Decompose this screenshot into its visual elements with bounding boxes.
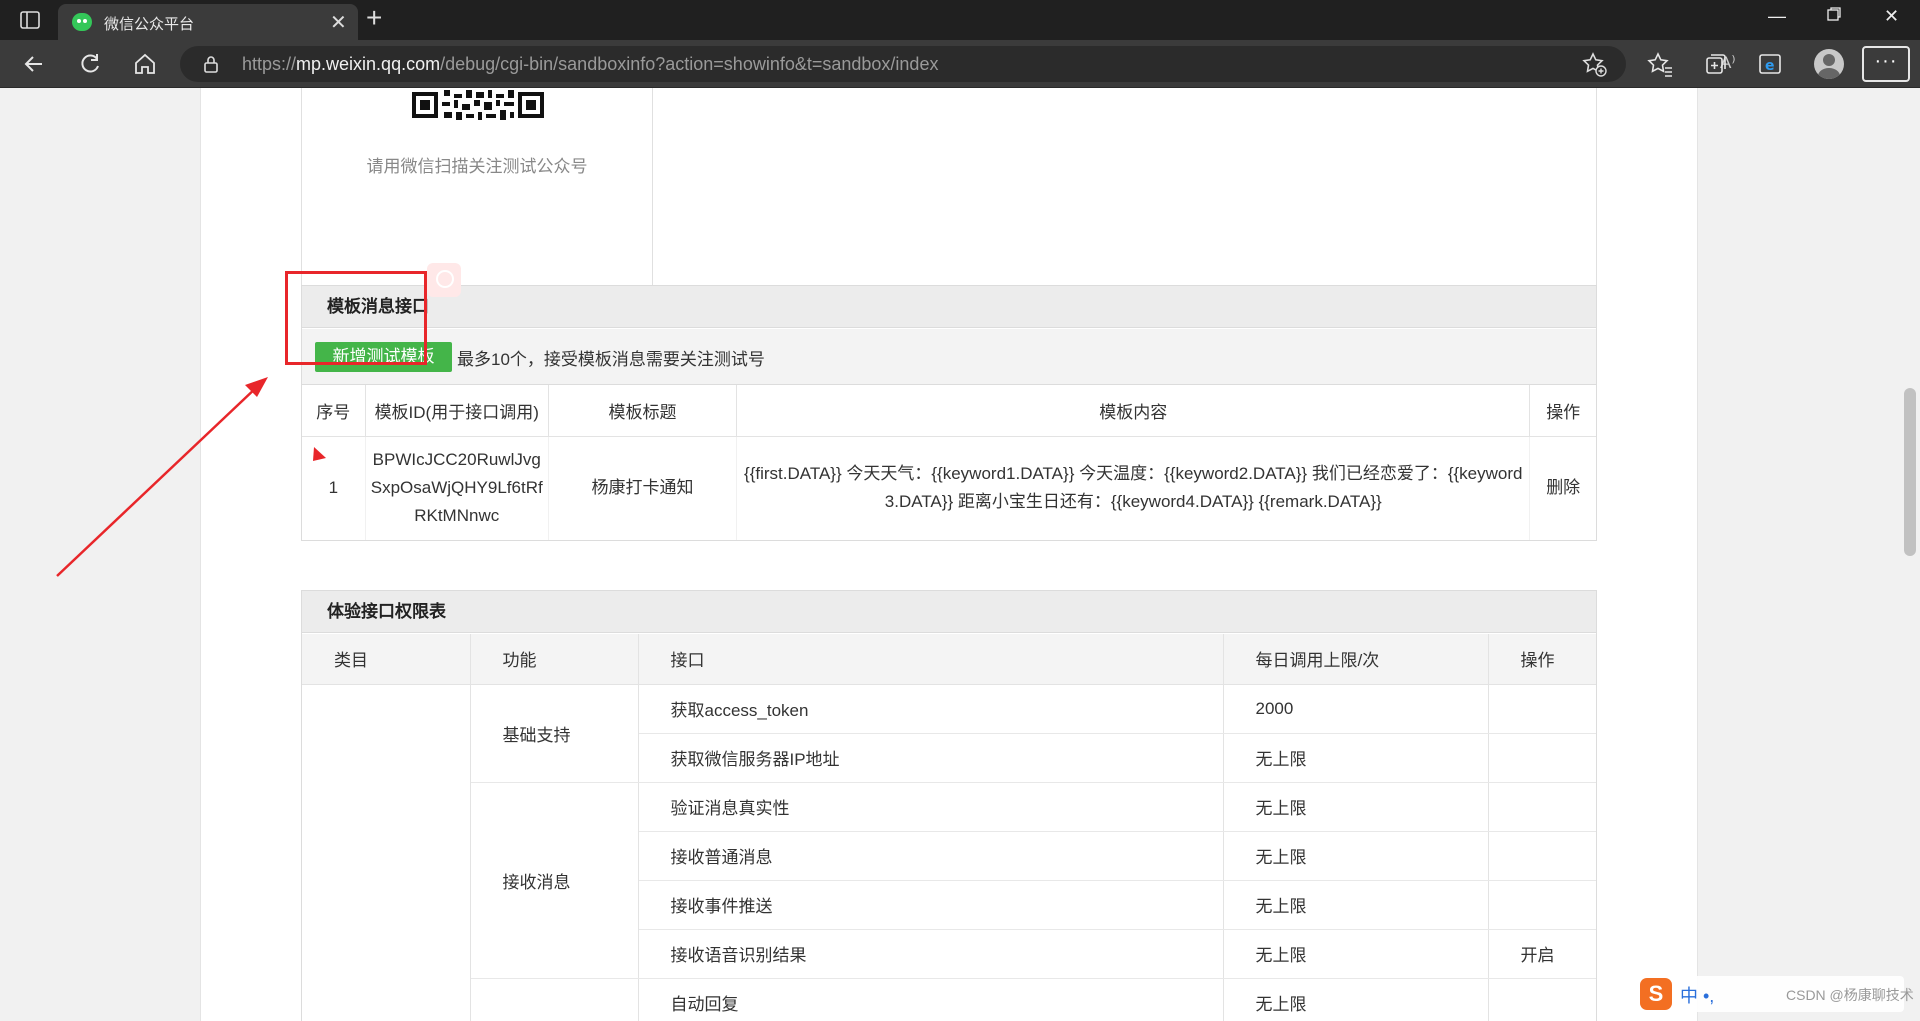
add-favorite-icon[interactable]	[1580, 50, 1608, 78]
permission-table-header: 类目 功能 接口 每日调用上限/次 操作	[302, 634, 1596, 685]
browser-tab-strip: 微信公众平台 ✕ + — ✕	[0, 0, 1920, 40]
tab-title: 微信公众平台	[104, 16, 195, 33]
api-link[interactable]: 接收事件推送	[638, 880, 1224, 930]
close-window-icon[interactable]: ✕	[1884, 6, 1899, 27]
minimize-icon[interactable]: —	[1768, 6, 1786, 27]
limit-value: 无上限	[1223, 880, 1489, 930]
col-template-content: 模板内容	[736, 385, 1531, 437]
home-icon[interactable]	[131, 50, 159, 78]
api-action	[1488, 684, 1596, 734]
refresh-icon[interactable]	[76, 50, 104, 78]
api-link[interactable]: 验证消息真实性	[638, 782, 1224, 832]
delete-template-link[interactable]: 删除	[1530, 436, 1596, 540]
api-link[interactable]: 自动回复	[638, 978, 1224, 1021]
row-index: 1	[302, 436, 366, 540]
api-permission-panel: 体验接口权限表 类目 功能 接口 每日调用上限/次 操作 基础支持 获取acce…	[301, 590, 1597, 1021]
restore-icon[interactable]	[1826, 6, 1842, 27]
enable-link[interactable]: 开启	[1488, 929, 1596, 979]
favorites-icon[interactable]	[1646, 50, 1674, 78]
url-input[interactable]: https://mp.weixin.qq.com/debug/cgi-bin/s…	[180, 46, 1736, 82]
browser-tab-active[interactable]: 微信公众平台 ✕	[58, 4, 358, 40]
profile-avatar[interactable]	[1814, 49, 1844, 79]
col-feature: 功能	[470, 634, 639, 685]
limit-value: 无上限	[1223, 929, 1489, 979]
template-table-header: 序号 模板ID(用于接口调用) 模板标题 模板内容 操作	[302, 385, 1596, 437]
template-content-value: {{first.DATA}} 今天天气：{{keyword1.DATA}} 今天…	[736, 436, 1531, 540]
back-icon[interactable]	[20, 50, 48, 78]
floating-search-icon[interactable]	[427, 263, 461, 297]
limit-value: 无上限	[1223, 978, 1489, 1021]
api-link[interactable]: 获取access_token	[638, 684, 1224, 734]
ime-mode-text[interactable]: 中 •,	[1680, 982, 1714, 1008]
limit-value: 无上限	[1223, 831, 1489, 881]
input-method-bar[interactable]: S 中 •, CSDN @杨康聊技术	[1636, 976, 1914, 1012]
api-action	[1488, 831, 1596, 881]
template-limit-hint: 最多10个，接受模板消息需要关注测试号	[457, 350, 765, 369]
url-scheme: https://	[242, 54, 297, 74]
permission-table: 类目 功能 接口 每日调用上限/次 操作 基础支持 获取access_token…	[302, 634, 1596, 1021]
lock-icon[interactable]	[202, 55, 220, 73]
edge-extension-icon[interactable]: e	[1756, 50, 1784, 78]
template-message-panel: 模板消息接口 新增测试模板 最多10个，接受模板消息需要关注测试号 序号 模板I…	[301, 285, 1597, 541]
table-row: 自动回复 无上限	[302, 978, 1596, 1021]
feature-cell: 基础支持	[470, 684, 639, 783]
svg-text:e: e	[1765, 58, 1775, 74]
api-action	[1488, 733, 1596, 783]
template-id-value: BPWIcJCC20RuwlJvgSxpOsaWjQHY9Lf6tRfRKtMN…	[365, 436, 549, 540]
qr-code-image	[412, 88, 544, 122]
api-link[interactable]: 获取微信服务器IP地址	[638, 733, 1224, 783]
feature-cell	[470, 978, 639, 1021]
col-index: 序号	[302, 385, 366, 437]
api-link[interactable]: 接收语音识别结果	[638, 929, 1224, 979]
api-action	[1488, 978, 1596, 1021]
collections-icon[interactable]	[1702, 50, 1730, 78]
api-action	[1488, 782, 1596, 832]
col-template-title: 模板标题	[548, 385, 738, 437]
template-table: 序号 模板ID(用于接口调用) 模板标题 模板内容 操作 1 BPWIcJCC2…	[302, 385, 1596, 540]
col-perm-action: 操作	[1488, 634, 1596, 685]
col-api: 接口	[638, 634, 1224, 685]
close-tab-icon[interactable]: ✕	[330, 10, 347, 35]
template-title-value: 杨康打卡通知	[548, 436, 738, 540]
wechat-icon	[72, 13, 92, 31]
address-bar: https://mp.weixin.qq.com/debug/cgi-bin/s…	[0, 40, 1920, 88]
url-text: https://mp.weixin.qq.com/debug/cgi-bin/s…	[242, 54, 938, 75]
limit-value: 2000	[1223, 684, 1489, 734]
url-path: /debug/cgi-bin/sandboxinfo?action=showin…	[440, 54, 939, 74]
more-menu-button[interactable]: ···	[1862, 46, 1910, 82]
limit-value: 无上限	[1223, 733, 1489, 783]
col-daily-limit: 每日调用上限/次	[1223, 634, 1489, 685]
scrollbar-thumb[interactable]	[1904, 388, 1916, 556]
table-row: 基础支持 获取access_token 2000	[302, 684, 1596, 1021]
col-template-id: 模板ID(用于接口调用)	[365, 385, 549, 437]
watermark-text: CSDN @杨康聊技术	[1786, 987, 1914, 1003]
tab-actions-icon[interactable]	[18, 8, 42, 32]
col-category: 类目	[302, 634, 471, 685]
table-row: 1 BPWIcJCC20RuwlJvgSxpOsaWjQHY9Lf6tRfRKt…	[302, 436, 1596, 540]
qr-caption: 请用微信扫描关注测试公众号	[366, 157, 588, 176]
url-host: mp.weixin.qq.com	[296, 54, 441, 74]
sogou-logo-icon: S	[1640, 978, 1672, 1010]
template-panel-title: 模板消息接口	[302, 286, 1596, 328]
category-cell	[302, 684, 471, 1021]
annotation-highlight-box	[285, 271, 427, 365]
col-action: 操作	[1529, 385, 1596, 437]
permission-panel-title: 体验接口权限表	[302, 591, 1596, 633]
table-row: 接收消息 验证消息真实性 无上限	[302, 782, 1596, 979]
page-viewport: 请用微信扫描关注测试公众号 模板消息接口 新增测试模板 最多10个，接受模板消息…	[0, 88, 1920, 1021]
new-tab-button[interactable]: +	[366, 2, 382, 34]
limit-value: 无上限	[1223, 782, 1489, 832]
feature-cell: 接收消息	[470, 782, 639, 979]
api-link[interactable]: 接收普通消息	[638, 831, 1224, 881]
api-action	[1488, 880, 1596, 930]
template-toolbar: 新增测试模板 最多10个，接受模板消息需要关注测试号	[302, 329, 1596, 385]
